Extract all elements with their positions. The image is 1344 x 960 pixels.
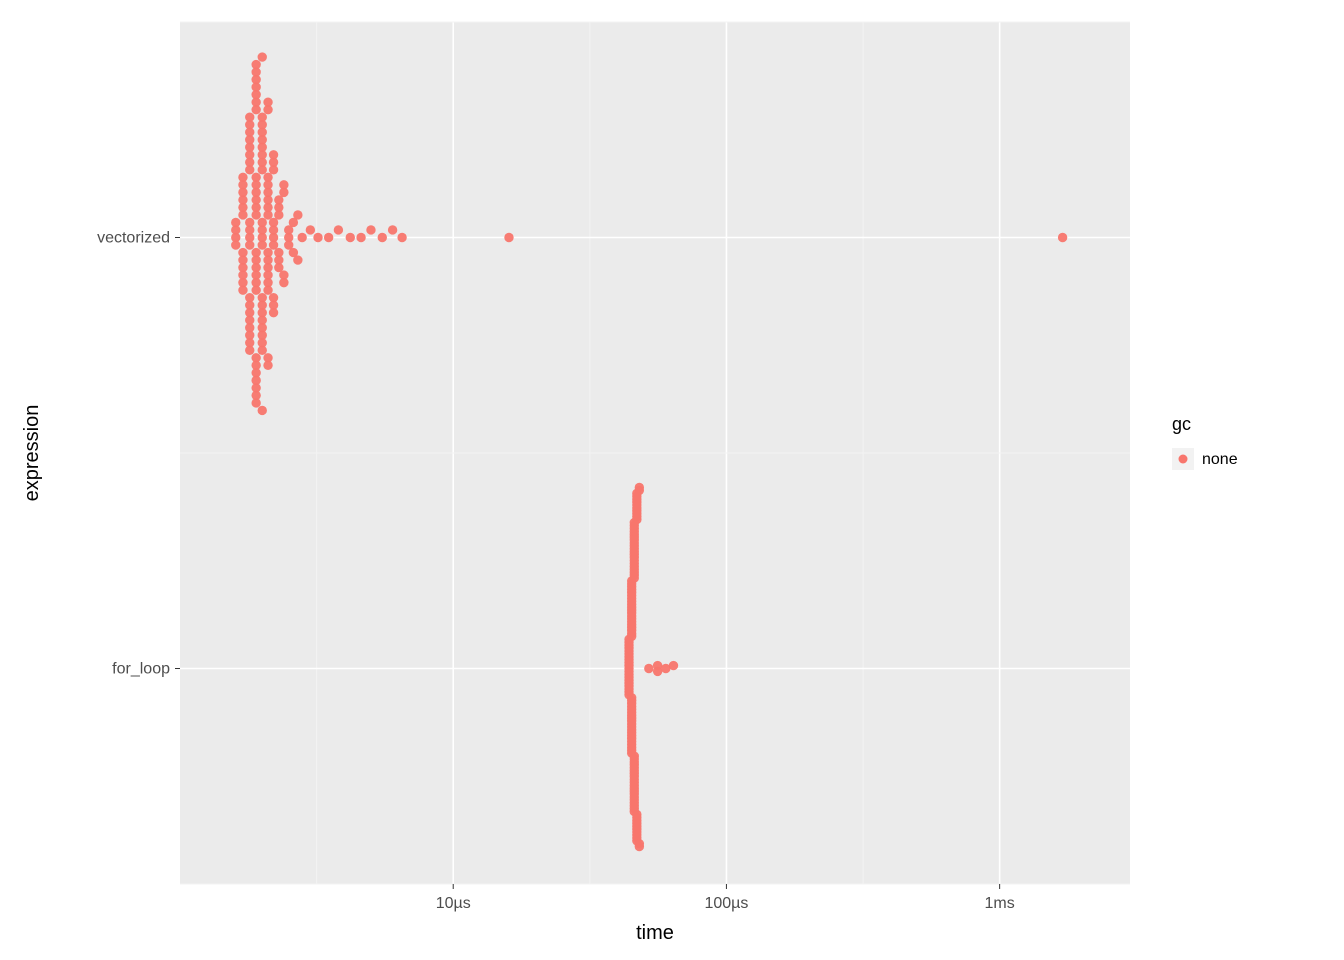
data-point — [245, 346, 254, 355]
x-tick-label: 1ms — [985, 895, 1015, 912]
data-point — [245, 240, 254, 249]
legend-title: gc — [1172, 414, 1191, 434]
data-point — [293, 210, 302, 219]
data-point — [263, 173, 272, 182]
data-point — [366, 225, 375, 234]
data-point — [251, 173, 260, 182]
data-point — [397, 233, 406, 242]
data-point — [293, 255, 302, 264]
data-point — [238, 173, 247, 182]
data-point — [356, 233, 365, 242]
data-point — [258, 218, 267, 227]
data-point — [279, 180, 288, 189]
data-point — [269, 308, 278, 317]
data-point — [245, 218, 254, 227]
data-point — [635, 483, 644, 492]
legend: gcnone — [1172, 414, 1238, 470]
data-point — [1058, 233, 1067, 242]
data-point — [251, 398, 260, 407]
x-axis-title: time — [636, 922, 674, 944]
data-point — [238, 285, 247, 294]
data-point — [251, 60, 260, 69]
data-point — [313, 233, 322, 242]
y-tick-label: for_loop — [112, 661, 170, 678]
data-point — [504, 233, 513, 242]
data-point — [258, 406, 267, 415]
data-point — [245, 112, 254, 121]
y-tick-label: vectorized — [97, 230, 170, 247]
data-point — [258, 240, 267, 249]
data-point — [653, 667, 662, 676]
data-point — [346, 233, 355, 242]
y-axis-title: expression — [21, 405, 43, 502]
data-point — [644, 664, 653, 673]
data-point — [388, 225, 397, 234]
legend-key-point — [1179, 455, 1188, 464]
data-point — [279, 278, 288, 287]
data-point — [324, 233, 333, 242]
data-point — [269, 150, 278, 159]
legend-key-label: none — [1202, 451, 1238, 468]
data-point — [263, 97, 272, 106]
x-tick-label: 100µs — [704, 895, 748, 912]
data-point — [231, 218, 240, 227]
plot-svg: 10µs 100µs 1ms for_loop vectorized time expres… — [0, 0, 1344, 960]
data-point — [334, 225, 343, 234]
data-point — [669, 661, 678, 670]
x-tick-label: 10µs — [436, 895, 471, 912]
data-point — [297, 233, 306, 242]
data-point — [258, 52, 267, 61]
data-point — [306, 225, 315, 234]
data-point — [231, 240, 240, 249]
benchmark-beeswarm-plot: 10µs 100µs 1ms for_loop vectorized time expres… — [0, 0, 1344, 960]
data-point — [263, 361, 272, 370]
data-point — [258, 112, 267, 121]
data-point — [251, 285, 260, 294]
data-point — [258, 346, 267, 355]
data-point — [263, 285, 272, 294]
data-point — [378, 233, 387, 242]
data-point — [635, 842, 644, 851]
